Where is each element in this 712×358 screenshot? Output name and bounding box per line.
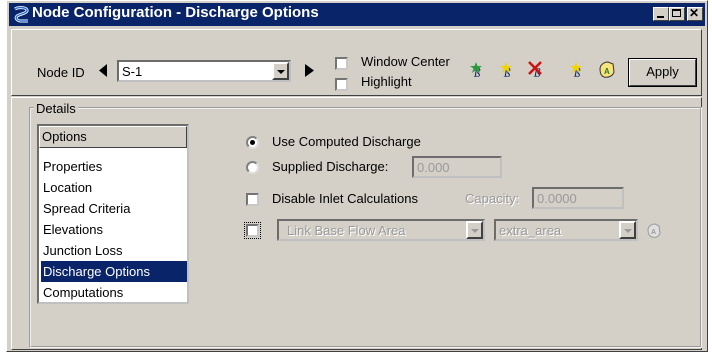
area-dropdown[interactable]: extra_area [494, 219, 638, 241]
link-dropdown-button[interactable] [466, 221, 483, 239]
next-node-button[interactable] [305, 64, 314, 80]
highlight-checkbox[interactable] [335, 78, 348, 91]
node-id-value: S-1 [122, 64, 143, 79]
chevron-down-icon [471, 229, 479, 233]
capacity-input[interactable]: 0.0000 [532, 187, 624, 209]
node-label-icon[interactable]: A [597, 60, 617, 80]
arrow-left-icon [99, 64, 107, 77]
svg-text:A: A [604, 67, 610, 76]
supplied-discharge-radio[interactable] [246, 161, 259, 174]
area-dropdown-button[interactable] [619, 221, 636, 239]
area-value: extra_area [499, 223, 562, 238]
options-header[interactable]: Options [39, 126, 187, 148]
maximize-icon [672, 9, 681, 17]
minimize-button[interactable] [653, 7, 669, 21]
window-center-checkbox[interactable] [335, 57, 348, 70]
capacity-label: Capacity: [465, 191, 520, 206]
list-item-junction-loss[interactable]: Junction Loss [41, 240, 187, 261]
add-node-icon[interactable]: ß [470, 62, 490, 80]
pick-area-icon[interactable]: A [645, 222, 663, 243]
node-id-dropdown[interactable]: S-1 [117, 60, 291, 82]
arrow-right-icon [305, 64, 314, 77]
svg-text:A: A [651, 229, 656, 236]
use-computed-label: Use Computed Discharge [272, 134, 421, 149]
window-title: Node Configuration - Discharge Options [32, 4, 319, 21]
highlight-label: Highlight [361, 74, 412, 89]
disable-inlet-label: Disable Inlet Calculations [272, 191, 418, 206]
previous-node-button[interactable] [99, 64, 108, 80]
node-id-dropdown-button[interactable] [272, 62, 289, 80]
list-item-discharge-options[interactable]: Discharge Options [41, 261, 187, 282]
list-item-spread-criteria[interactable]: Spread Criteria [41, 198, 187, 219]
add-node-icon[interactable]: ß [570, 62, 590, 80]
app-logo-icon [12, 5, 32, 25]
disable-inlet-checkbox[interactable] [246, 193, 259, 206]
maximize-button[interactable] [669, 7, 685, 21]
options-list[interactable]: Options Properties Location Spread Crite… [37, 124, 189, 304]
radio-selected-dot [250, 140, 255, 145]
list-item-location[interactable]: Location [41, 177, 187, 198]
delete-node-icon[interactable]: ß [528, 60, 550, 80]
details-group-label: Details [34, 101, 78, 116]
list-item-elevations[interactable]: Elevations [41, 219, 187, 240]
apply-button-frame: Apply [628, 58, 697, 87]
close-button[interactable]: ✕ [687, 7, 703, 21]
use-computed-radio[interactable] [246, 136, 259, 149]
list-item-properties[interactable]: Properties [41, 156, 187, 177]
chevron-down-icon [624, 229, 632, 233]
supplied-discharge-input[interactable]: 0.000 [412, 156, 502, 178]
apply-button[interactable]: Apply [629, 59, 696, 86]
list-item-computations[interactable]: Computations [41, 282, 187, 303]
minimize-icon [657, 16, 664, 18]
link-base-flow-value: Link Base Flow Area [287, 223, 406, 238]
window-center-label: Window Center [361, 54, 450, 69]
node-id-label: Node ID [37, 65, 85, 80]
close-icon: ✕ [689, 6, 700, 20]
edit-node-icon[interactable]: ß [500, 62, 520, 80]
supplied-discharge-label: Supplied Discharge: [272, 159, 389, 174]
link-base-flow-checkbox[interactable] [244, 222, 261, 239]
chevron-down-icon [277, 70, 285, 74]
link-base-flow-dropdown[interactable]: Link Base Flow Area [277, 219, 485, 241]
